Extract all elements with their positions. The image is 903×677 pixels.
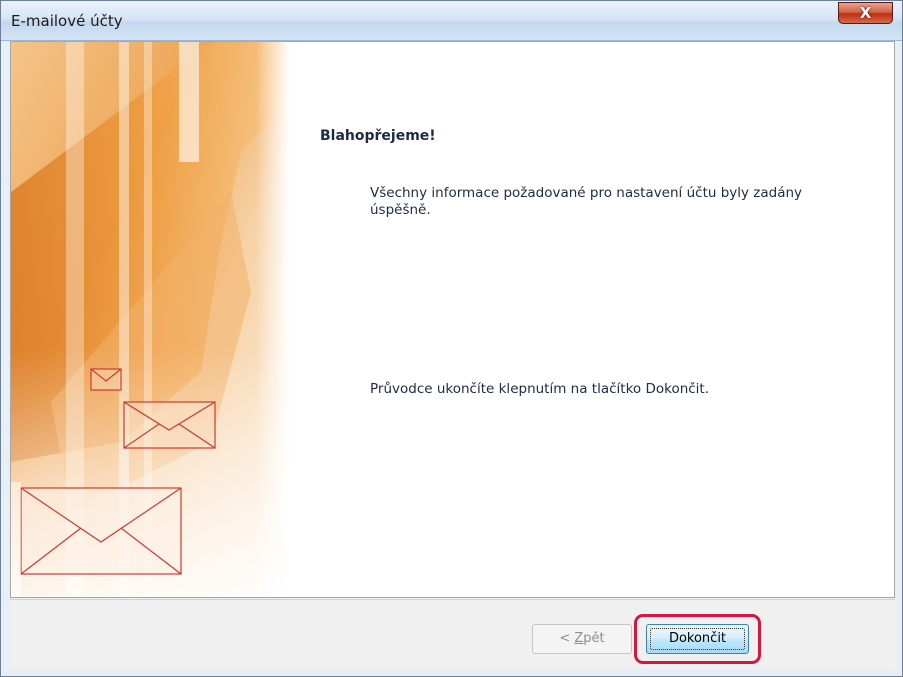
back-button-access-key: Z bbox=[574, 631, 584, 646]
back-button[interactable]: < Zpět bbox=[532, 624, 632, 654]
window-title: E-mailové účty bbox=[11, 12, 123, 30]
success-message-line-1: Všechny informace požadované pro nastave… bbox=[370, 185, 803, 201]
title-bar[interactable]: E-mailové účty X bbox=[1, 1, 902, 41]
finish-instruction: Průvodce ukončíte klepnutím na tlačítko … bbox=[370, 381, 710, 397]
close-button[interactable]: X bbox=[838, 2, 893, 24]
finish-button-label: Dokončit bbox=[668, 631, 727, 646]
finish-button[interactable]: Dokončit bbox=[646, 624, 749, 654]
close-icon: X bbox=[859, 4, 872, 22]
success-message-line-2: úspěšně. bbox=[370, 202, 431, 218]
button-bar: < Zpět Dokončit bbox=[10, 599, 895, 669]
envelope-icon bbox=[20, 487, 182, 575]
back-button-rest: pět bbox=[583, 631, 605, 646]
wizard-banner-image bbox=[11, 42, 290, 597]
envelope-icon bbox=[123, 401, 216, 449]
success-message: Všechny informace požadované pro nastave… bbox=[370, 185, 870, 219]
success-heading: Blahopřejeme! bbox=[320, 128, 436, 144]
back-button-prefix: < bbox=[559, 631, 575, 646]
envelope-icon bbox=[90, 368, 122, 391]
wizard-page: Blahopřejeme! Všechny informace požadova… bbox=[10, 41, 895, 598]
dialog-window: E-mailové účty X Blahopřejeme! Všechny i… bbox=[0, 0, 903, 677]
